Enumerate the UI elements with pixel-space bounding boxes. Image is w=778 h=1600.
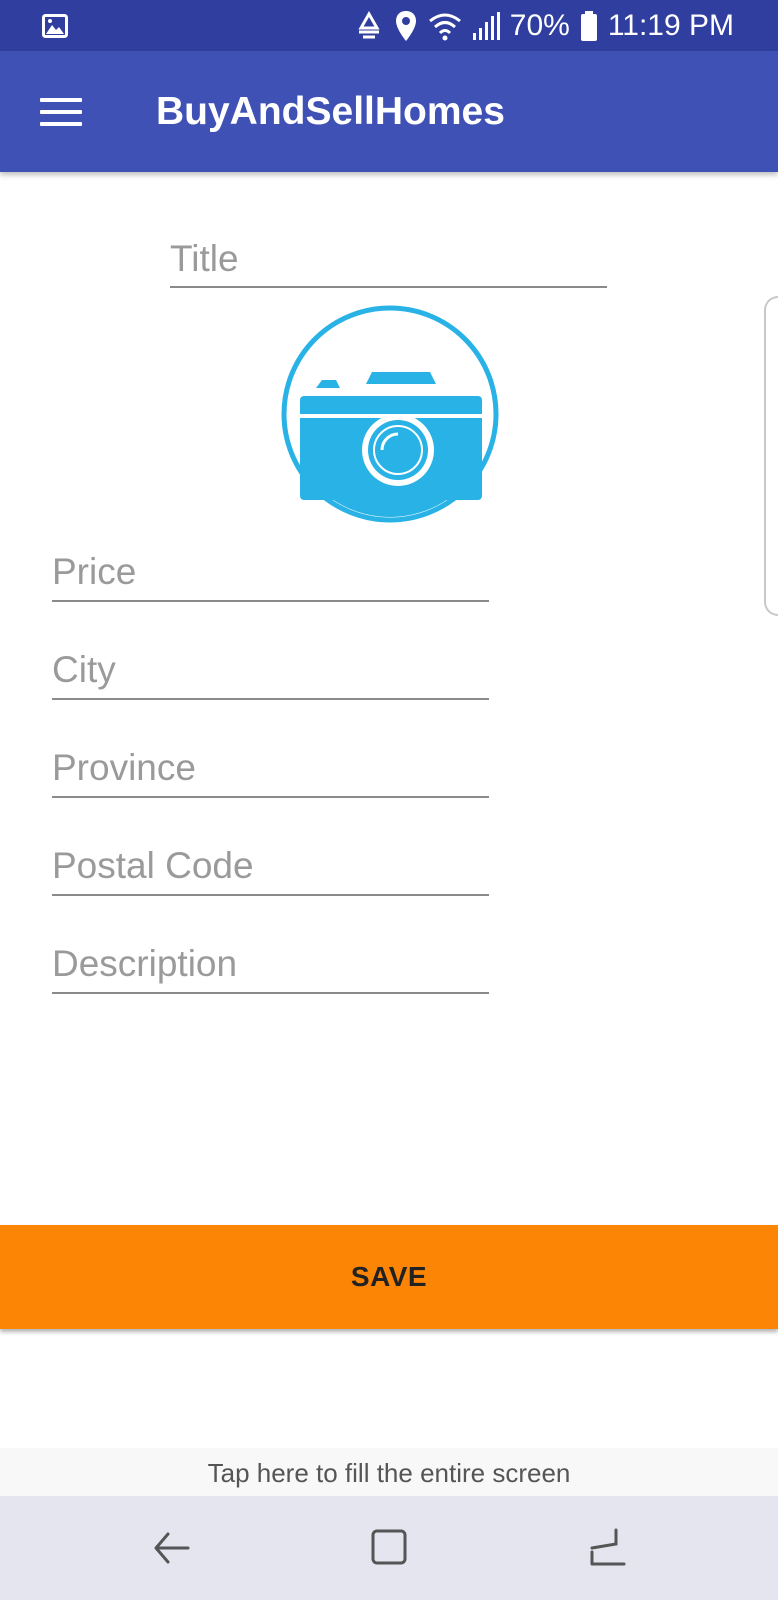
- camera-icon[interactable]: [280, 304, 500, 524]
- province-input[interactable]: [52, 734, 489, 796]
- province-field: [52, 734, 489, 798]
- price-field: [52, 538, 489, 602]
- wifi-icon: [428, 13, 461, 40]
- city-input[interactable]: [52, 636, 489, 698]
- fill-screen-banner[interactable]: Tap here to fill the entire screen: [0, 1448, 778, 1496]
- status-icons: 70% 11:19 PM: [354, 0, 734, 51]
- postal-code-input[interactable]: [52, 832, 489, 894]
- description-field: [52, 930, 489, 994]
- title-field: [170, 226, 607, 288]
- battery-icon: [580, 10, 597, 41]
- navigation-bar: [0, 1496, 778, 1600]
- signal-icon: [472, 11, 500, 40]
- status-bar: 70% 11:19 PM: [0, 0, 778, 51]
- clock: 11:19 PM: [607, 8, 734, 42]
- hamburger-menu-icon[interactable]: [40, 98, 82, 126]
- back-icon[interactable]: [148, 1526, 196, 1570]
- city-field: [52, 636, 489, 700]
- data-saver-icon: [358, 10, 380, 38]
- app-title: BuyAndSellHomes: [156, 90, 505, 133]
- battery-percent: 70%: [509, 8, 570, 42]
- postal-code-field: [52, 832, 489, 896]
- save-button[interactable]: SAVE: [0, 1225, 778, 1329]
- edge-panel-handle[interactable]: [764, 296, 778, 616]
- home-icon[interactable]: [365, 1526, 413, 1570]
- recents-icon[interactable]: [584, 1526, 632, 1570]
- title-input[interactable]: [170, 226, 607, 286]
- location-icon: [395, 10, 416, 41]
- description-input[interactable]: [52, 930, 489, 992]
- app-bar: BuyAndSellHomes: [0, 51, 778, 172]
- price-input[interactable]: [52, 538, 489, 600]
- image-notification-icon: [42, 14, 68, 38]
